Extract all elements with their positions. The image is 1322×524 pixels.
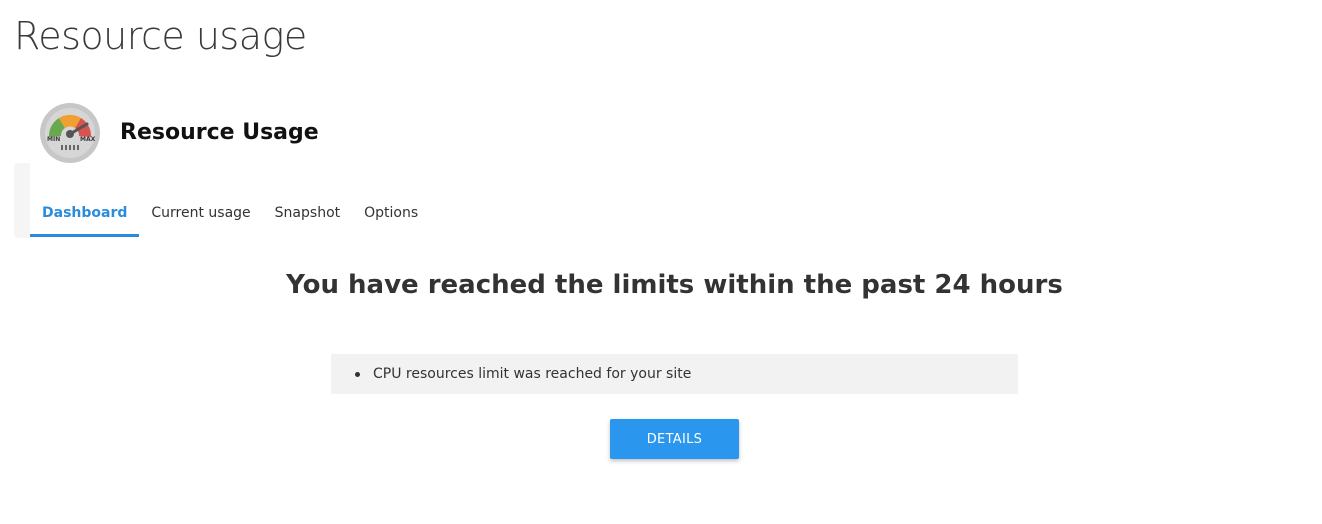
plugin-name: Resource Usage: [120, 120, 319, 145]
alert-list: CPU resources limit was reached for your…: [331, 354, 1018, 394]
gauge-icon: MIN MAX: [40, 103, 100, 163]
tab-options[interactable]: Options: [352, 192, 430, 237]
tab-snapshot[interactable]: Snapshot: [263, 192, 352, 237]
resource-usage-page: Resource usage MIN MAX Resource Usage Da…: [0, 0, 1322, 524]
page-title: Resource usage: [14, 14, 307, 58]
details-button[interactable]: DETAILS: [610, 419, 739, 459]
svg-text:MIN: MIN: [47, 136, 60, 143]
plugin-header: MIN MAX Resource Usage: [40, 103, 319, 163]
alert-item: CPU resources limit was reached for your…: [373, 366, 692, 382]
tab-bar: Dashboard Current usage Snapshot Options: [30, 192, 430, 237]
bullet-icon: [355, 371, 360, 377]
limits-headline: You have reached the limits within the p…: [286, 270, 1063, 300]
svg-text:MAX: MAX: [80, 136, 96, 143]
tab-dashboard[interactable]: Dashboard: [30, 192, 140, 237]
tab-current-usage[interactable]: Current usage: [139, 192, 262, 237]
